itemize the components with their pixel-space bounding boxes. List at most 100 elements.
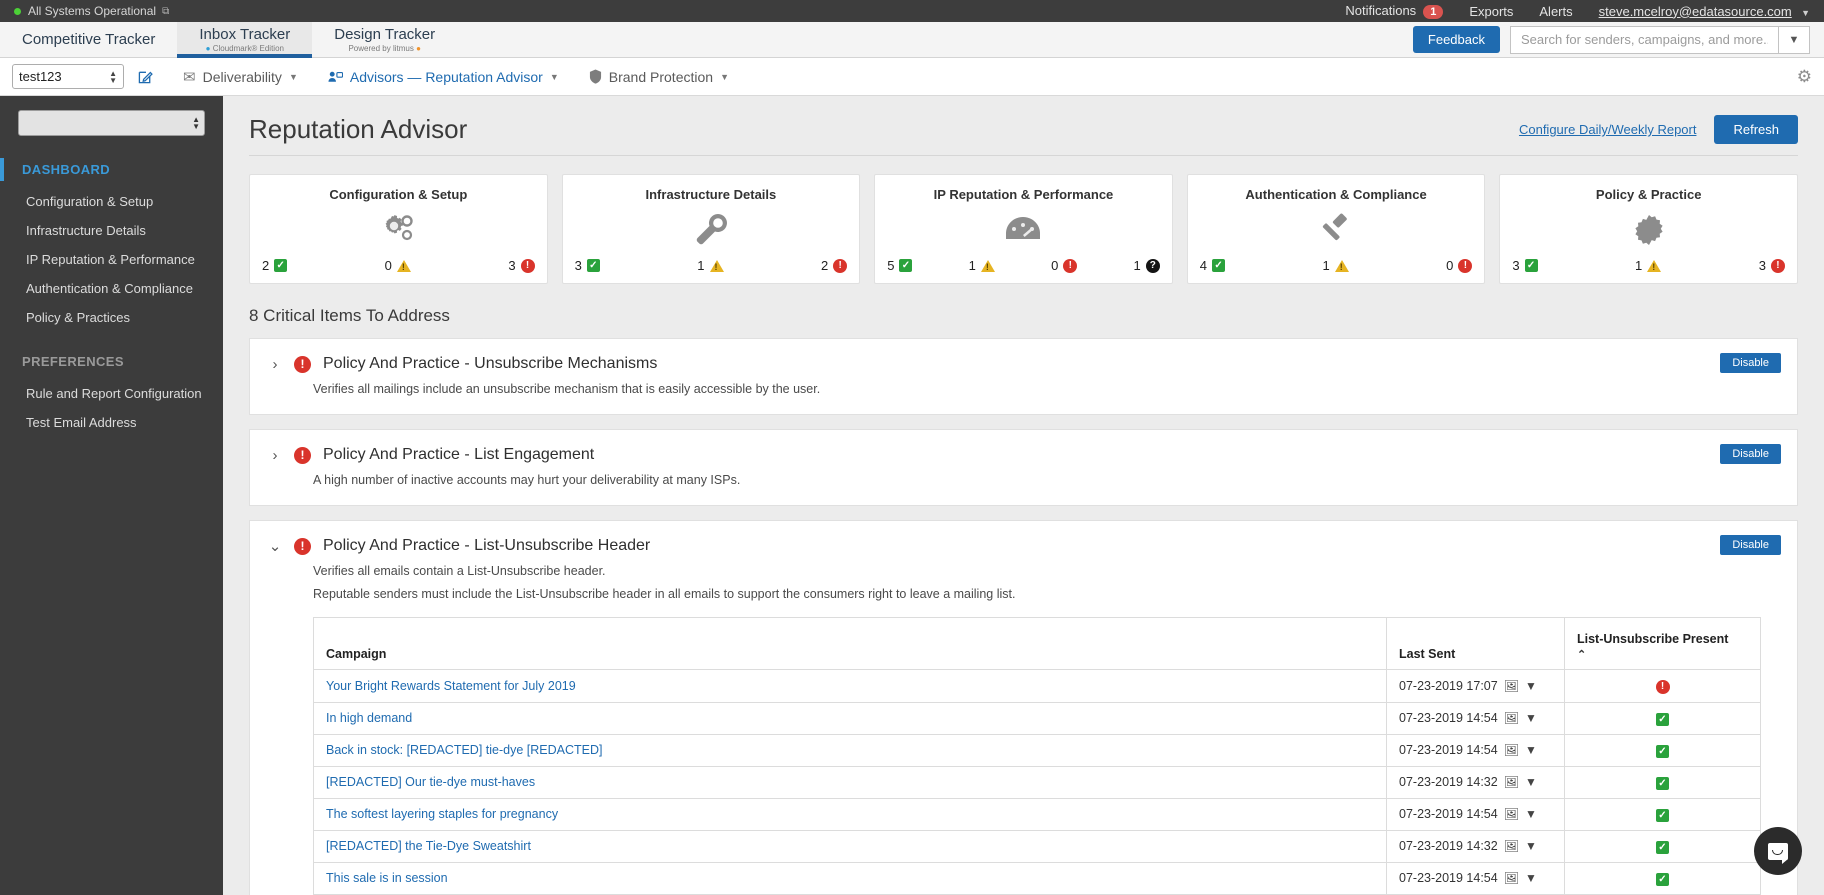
chevron-right-icon[interactable]: › [268,447,282,464]
check-icon: ✓ [1212,259,1226,272]
cell-list-unsubscribe: ✓ [1564,765,1761,799]
image-preview-icon[interactable]: 🖼 [1504,871,1519,885]
disable-button[interactable]: Disable [1720,535,1781,555]
stat-unknown: 1? [1134,258,1160,273]
alerts-link[interactable]: Alerts [1539,4,1572,19]
download-icon[interactable]: ▼ [1525,871,1537,885]
sidebar-item-test-email-address[interactable]: Test Email Address [0,408,223,437]
tab-design-tracker[interactable]: Design Tracker Powered by litmus ● [312,22,457,57]
download-icon[interactable]: ▼ [1525,807,1537,821]
chevron-down-icon: ▼ [288,71,298,82]
toolbar-item-label: Brand Protection [608,68,714,85]
gear-icon[interactable]: ⚙ [1797,67,1812,87]
sidebar-item-infrastructure-details[interactable]: Infrastructure Details [0,216,223,245]
account-select[interactable]: test123 ▲ ▼ [12,64,124,89]
sidebar-item-ip-reputation-performance[interactable]: IP Reputation & Performance [0,245,223,274]
stat-warning: 1 [1635,258,1662,273]
campaign-link[interactable]: In high demand [326,711,412,725]
feedback-button[interactable]: Feedback [1412,26,1500,53]
column-header-campaign[interactable]: Campaign [313,617,1387,670]
image-preview-icon[interactable]: 🖼 [1504,807,1519,821]
configure-report-link[interactable]: Configure Daily/Weekly Report [1519,122,1697,137]
user-menu[interactable]: steve.mcelroy@edatasource.com ▼ [1599,4,1810,19]
cell-campaign: This sale is in session [313,861,1387,895]
compose-icon[interactable] [138,69,153,84]
sidebar-item-configuration-setup[interactable]: Configuration & Setup [0,187,223,216]
sidebar-item-authentication-compliance[interactable]: Authentication & Compliance [0,274,223,303]
download-icon[interactable]: ▼ [1525,679,1537,693]
shield-icon [589,69,602,84]
exports-link[interactable]: Exports [1469,4,1513,19]
download-icon[interactable]: ▼ [1525,711,1537,725]
campaign-table-body: Your Bright Rewards Statement for July 2… [313,669,1761,895]
campaign-link[interactable]: This sale is in session [326,871,448,885]
campaign-link[interactable]: Back in stock: [REDACTED] tie-dye [REDAC… [326,743,602,757]
image-preview-icon[interactable]: 🖼 [1504,775,1519,789]
toolbar-brand-protection-menu[interactable]: Brand Protection ▼ [589,69,729,85]
column-header-list-unsubscribe[interactable]: List-Unsubscribe Present ⌃ [1564,617,1761,670]
check-icon: ✓ [1524,259,1538,272]
notifications-link[interactable]: Notifications 1 [1345,3,1444,19]
app-toolbar: test123 ▲ ▼ ✉ Deliverability ▼ Advisors —… [0,58,1824,96]
campaign-link[interactable]: [REDACTED] Our tie-dye must-haves [326,775,535,789]
column-header-last-sent[interactable]: Last Sent [1386,617,1565,670]
tab-competitive-tracker[interactable]: Competitive Tracker [0,22,177,57]
item-description: Verifies all mailings include an unsubsc… [313,382,821,396]
tab-inbox-tracker[interactable]: Inbox Tracker ● Cloudmark® Edition [177,22,313,58]
stat-ok: 3 ✓ [575,258,600,273]
item-header[interactable]: ⌄ ! Policy And Practice - List-Unsubscri… [268,537,1779,555]
image-preview-icon[interactable]: 🖼 [1504,711,1519,725]
chevron-right-icon[interactable]: › [268,356,282,373]
download-icon[interactable]: ▼ [1525,775,1537,789]
image-preview-icon[interactable]: 🖼 [1504,679,1519,693]
search-input[interactable] [1510,25,1778,54]
last-sent-value: 07-23-2019 14:32 [1399,839,1498,853]
notifications-count-badge: 1 [1423,5,1444,19]
cell-campaign: Your Bright Rewards Statement for July 2… [313,669,1387,703]
tab-bar-actions: Feedback ▼ [1412,22,1824,57]
account-select-value: test123 [19,69,62,84]
summary-card-infrastructure-details[interactable]: Infrastructure Details 3✓ 1 2! [561,174,861,284]
check-icon: ✓ [1656,712,1669,726]
sidebar-account-selector[interactable]: ▲ ▼ [18,110,205,136]
sidebar-item-policy-practices[interactable]: Policy & Practices [0,303,223,332]
card-stats: 2✓ 0 3! [262,258,535,273]
last-sent-value: 07-23-2019 14:32 [1399,775,1498,789]
disable-button[interactable]: Disable [1720,353,1781,373]
item-header[interactable]: › ! Policy And Practice - List Engagemen… [268,446,1779,464]
card-title: Policy & Practice [1595,187,1702,202]
item-description: Verifies all emails contain a List-Unsub… [313,564,606,578]
external-link-icon[interactable]: ⧉ [162,6,169,17]
summary-card-policy-practice[interactable]: Policy & Practice 3✓ 1 3! [1499,174,1798,284]
cell-list-unsubscribe: ✓ [1564,861,1761,895]
critical-item-list-unsubscribe-header: Disable ⌄ ! Policy And Practice - List-U… [249,520,1798,895]
image-preview-icon[interactable]: 🖼 [1504,743,1519,757]
search-dropdown-toggle[interactable]: ▼ [1778,25,1810,54]
system-status-dot [14,7,21,15]
summary-card-authentication-compliance[interactable]: Authentication & Compliance 4✓ 1 0! [1186,174,1486,284]
item-description-secondary: Reputable senders must include the List-… [313,587,1016,601]
chat-support-button[interactable] [1754,827,1802,875]
campaign-link[interactable]: The softest layering staples for pregnan… [326,807,558,821]
chevron-down-icon[interactable]: ⌄ [268,537,282,555]
summary-card-configuration-setup[interactable]: Configuration & Setup 2✓ 0 3! [249,174,548,284]
download-icon[interactable]: ▼ [1525,743,1537,757]
refresh-button[interactable]: Refresh [1714,115,1798,144]
stat-error: 3! [508,258,535,273]
download-icon[interactable]: ▼ [1525,839,1537,853]
item-header[interactable]: › ! Policy And Practice - Unsubscribe Me… [268,355,1779,373]
table-row: [REDACTED] the Tie-Dye Sweatshirt 07-23-… [313,829,1761,863]
campaign-link[interactable]: [REDACTED] the Tie-Dye Sweatshirt [326,839,531,853]
table-row: [REDACTED] Our tie-dye must-haves 07-23-… [313,765,1761,799]
error-exclamation-icon: ! [1458,258,1473,273]
campaign-link[interactable]: Your Bright Rewards Statement for July 2… [326,679,576,693]
toolbar-advisors-menu[interactable]: Advisors — Reputation Advisor ▼ [328,69,559,85]
tab-label: Design Tracker [334,26,436,43]
sidebar-item-rule-report-configuration[interactable]: Rule and Report Configuration [0,379,223,408]
warning-triangle-icon [980,259,995,272]
summary-card-ip-reputation-performance[interactable]: IP Reputation & Performance 5✓ 1 0! 1? [874,174,1173,284]
global-search: ▼ [1510,25,1810,54]
disable-button[interactable]: Disable [1720,444,1781,464]
image-preview-icon[interactable]: 🖼 [1504,839,1519,853]
toolbar-deliverability-menu[interactable]: ✉ Deliverability ▼ [183,68,298,86]
